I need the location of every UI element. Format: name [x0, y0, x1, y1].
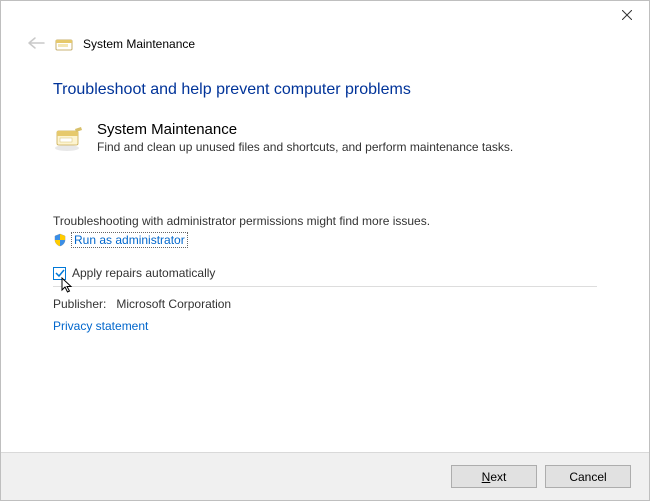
content-area: Troubleshoot and help prevent computer p…	[1, 63, 649, 452]
privacy-statement-link[interactable]: Privacy statement	[53, 319, 148, 333]
close-icon	[622, 10, 632, 20]
page-title: System Maintenance	[83, 37, 195, 51]
publisher-label: Publisher:	[53, 297, 106, 311]
section-row: System Maintenance Find and clean up unu…	[53, 121, 597, 154]
back-arrow-icon	[27, 36, 45, 53]
admin-link-row: Run as administrator	[53, 232, 597, 248]
publisher-row: Publisher: Microsoft Corporation	[53, 297, 597, 311]
section-text: System Maintenance Find and clean up unu…	[97, 121, 513, 154]
run-as-admin-link[interactable]: Run as administrator	[71, 232, 188, 248]
next-button[interactable]: Next	[451, 465, 537, 488]
shield-icon	[53, 233, 67, 247]
separator	[53, 286, 597, 287]
admin-note: Troubleshooting with administrator permi…	[53, 214, 597, 228]
apply-repairs-checkbox[interactable]	[53, 267, 66, 280]
maintenance-section-icon	[53, 121, 85, 153]
apply-repairs-row: Apply repairs automatically	[53, 266, 597, 280]
checkmark-icon	[55, 268, 65, 278]
next-rest: ext	[490, 470, 506, 484]
main-heading: Troubleshoot and help prevent computer p…	[53, 81, 597, 99]
next-accesskey: N	[482, 470, 491, 484]
titlebar	[1, 1, 649, 31]
cancel-button[interactable]: Cancel	[545, 465, 631, 488]
section-description: Find and clean up unused files and short…	[97, 140, 513, 154]
maintenance-header-icon	[55, 35, 73, 53]
header-row: System Maintenance	[1, 31, 649, 63]
close-button[interactable]	[604, 1, 649, 29]
apply-repairs-label: Apply repairs automatically	[72, 266, 215, 280]
publisher-value: Microsoft Corporation	[116, 297, 231, 311]
section-title: System Maintenance	[97, 121, 513, 138]
troubleshooter-window: System Maintenance Troubleshoot and help…	[0, 0, 650, 501]
footer: Next Cancel	[1, 452, 649, 500]
